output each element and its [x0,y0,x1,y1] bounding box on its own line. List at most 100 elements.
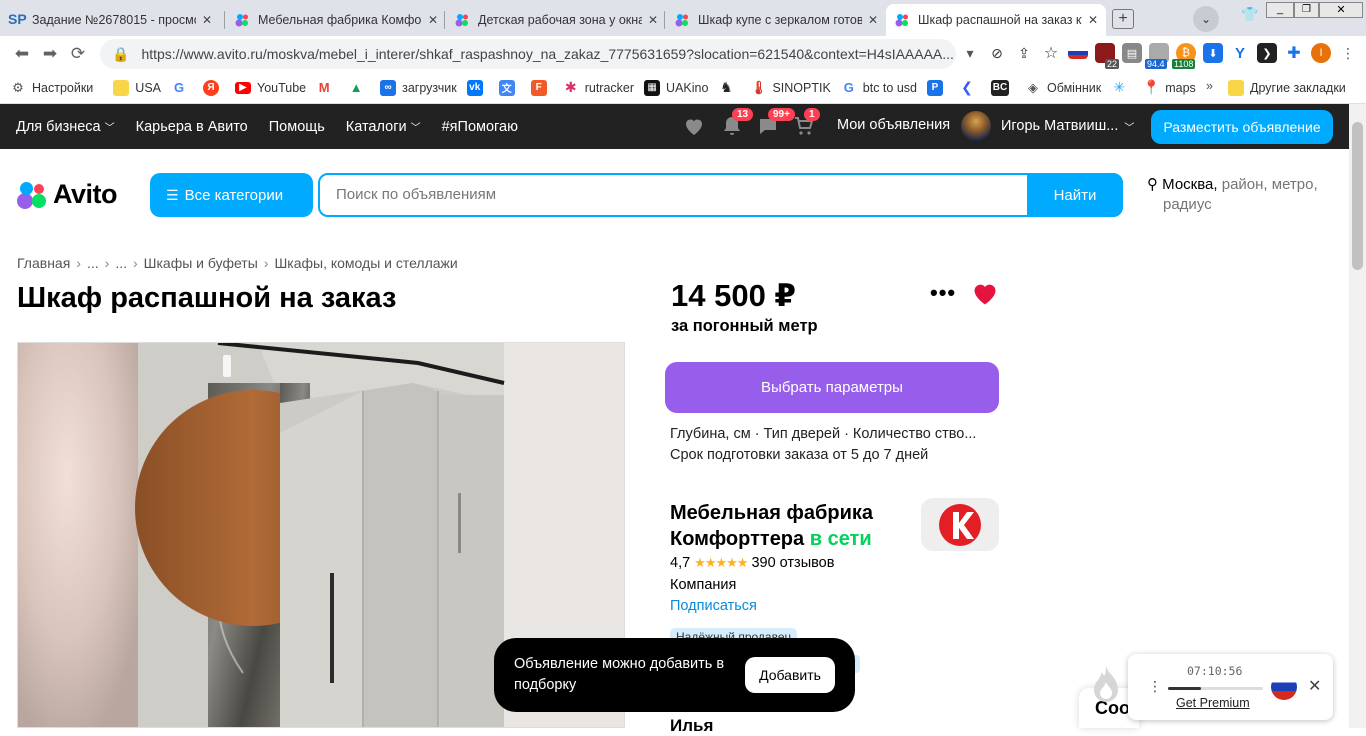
favorite-heart-icon[interactable] [970,280,1000,308]
reload-icon[interactable]: ⟳ [64,44,92,64]
bookmark-settings[interactable]: ⚙ Настройки [10,80,93,96]
breadcrumb-item[interactable]: Шкафы, комоды и стеллажи [274,255,457,271]
minimize-button[interactable]: _ [1266,2,1294,18]
rating-stars-icon: ★★★★★ [694,555,748,570]
seller-rating[interactable]: 4,7 ★★★★★ 390 отзывов [670,555,834,571]
bookmark-snowflake[interactable]: ✳ [1111,79,1133,96]
bookmark-usa[interactable]: USA [113,79,161,96]
select-params-button[interactable]: Выбрать параметры [665,362,999,413]
post-ad-button[interactable]: Разместить объявление [1151,110,1333,144]
russia-flag-icon[interactable] [1271,674,1297,700]
bookmark-maps[interactable]: 📍 maps [1143,79,1196,96]
breadcrumb-item[interactable]: ... [87,255,99,271]
seller-logo[interactable] [921,498,999,551]
flag-extension-icon[interactable] [1068,47,1088,59]
briefcase-extension-icon[interactable]: ▤ [1122,43,1142,63]
close-tab-icon[interactable]: ✕ [868,13,878,27]
breadcrumb-item[interactable]: Шкафы и буфеты [144,255,258,271]
puzzle-extensions-icon[interactable]: ✚ [1284,43,1304,63]
browser-tab[interactable]: Шкаф купе с зеркалом готовы ✕ [666,4,886,36]
bookmark-rutracker[interactable]: ✱ rutracker [563,79,634,96]
all-categories-button[interactable]: ☰ Все категории [150,173,313,217]
bookmark-label: Настройки [32,80,94,95]
subscribe-link[interactable]: Подписаться [670,598,757,614]
flame-icon[interactable] [1090,664,1122,704]
nav-ya-pomogayu[interactable]: #яПомогаю [442,119,518,135]
url-text: https://www.avito.ru/moskva/mebel_i_inte… [141,46,954,62]
tab-search-button[interactable]: ⌄ [1193,6,1219,32]
new-tab-button[interactable]: + [1112,9,1134,29]
search-input[interactable] [336,186,1016,203]
y-extension-icon[interactable]: Y [1230,43,1250,63]
bookmark-yandex[interactable]: Я [203,79,225,96]
close-tab-icon[interactable]: ✕ [648,13,658,27]
bookmark-arrow[interactable]: ❮ [959,79,981,96]
bookmark-bc[interactable]: BC [990,79,1015,96]
maximize-button[interactable]: ❐ [1294,2,1319,18]
address-bar[interactable]: 🔒 https://www.avito.ru/moskva/mebel_i_in… [100,39,956,69]
share-icon[interactable]: ⇪ [1014,43,1034,63]
nav-help[interactable]: Помощь [269,119,325,135]
more-options-icon[interactable]: ••• [930,280,956,306]
seller-name[interactable]: Мебельная фабрика Комфорттера в сети [670,500,910,552]
bookmark-google[interactable]: G [171,80,193,96]
scrollbar-thumb[interactable] [1352,122,1363,270]
dropdown-icon[interactable]: ▾ [960,43,980,63]
breadcrumb-item[interactable]: ... [115,255,127,271]
breadcrumb-home[interactable]: Главная [17,255,70,271]
bookmark-gmail[interactable]: M [316,80,338,96]
blocked-icon[interactable]: ⊘ [987,43,1007,63]
forward-icon[interactable]: ➡ [36,44,64,64]
user-menu[interactable]: Игорь Матвииш... ﹀ [961,111,1134,141]
bookmark-vk[interactable]: vk [466,79,489,96]
close-tab-icon[interactable]: ✕ [202,13,212,27]
bookmark-star-icon[interactable]: ☆ [1041,43,1061,63]
bitcoin-extension-icon[interactable]: ₿ 1108 [1172,43,1196,69]
bookmark-youtube[interactable]: ▶ YouTube [235,81,306,95]
nav-business[interactable]: Для бизнеса ﹀ [16,119,115,135]
my-ads-link[interactable]: Мои объявления [837,117,950,133]
bookmark-loader[interactable]: ∞ загрузчик [380,79,457,96]
nav-career[interactable]: Карьера в Авито [136,119,248,135]
close-tab-icon[interactable]: ✕ [1088,13,1098,27]
bookmark-p[interactable]: P [926,79,949,96]
bookmark-translate[interactable]: 文 [498,79,521,96]
cart-button[interactable]: 1 [792,108,820,138]
bookmark-exchange[interactable]: ◈ Обмінник [1025,80,1101,96]
page-scrollbar[interactable] [1349,104,1366,728]
shield-extension-icon[interactable]: 22 [1095,43,1119,69]
browser-tab-active[interactable]: Шкаф распашной на заказ куп ✕ [886,4,1106,36]
back-icon[interactable]: ⬅ [8,44,36,64]
close-tab-icon[interactable]: ✕ [428,13,438,27]
notifications-bell[interactable]: 13 [720,108,754,138]
nav-catalogs[interactable]: Каталоги ﹀ [346,119,421,135]
browser-tab[interactable]: Детская рабочая зона у окна ✕ [446,4,666,36]
messages-button[interactable]: 99+ [756,108,795,138]
bookmark-chess[interactable]: ♞ [718,79,740,96]
get-premium-link[interactable]: Get Premium [1176,696,1250,710]
bookmark-drive[interactable]: ▲ [348,80,370,96]
location-selector[interactable]: ⚲ Москва, район, метро, радиус [1147,175,1337,215]
favorites-heart-icon[interactable] [682,114,706,138]
close-window-button[interactable]: ✕ [1319,2,1363,18]
avito-logo[interactable]: Avito [17,179,118,210]
download-extension-icon[interactable]: ⬇ [1203,43,1223,63]
exchange-icon: ◈ [1027,79,1038,95]
profile-avatar-icon[interactable]: I [1311,43,1331,63]
browser-tab[interactable]: SP Задание №2678015 - просмо ✕ [0,4,220,36]
search-button[interactable]: Найти [1027,173,1123,217]
terminal-extension-icon[interactable]: ❯ [1257,43,1277,63]
extension-icon[interactable]: 94.4 [1145,43,1169,69]
other-bookmarks[interactable]: Другие закладки [1228,80,1346,96]
browser-tab[interactable]: Мебельная фабрика Комфорт ✕ [226,4,446,36]
close-icon[interactable]: ✕ [1308,676,1321,696]
kebab-menu-icon[interactable]: ⋮ [1148,678,1162,695]
menu-kebab-icon[interactable]: ⋮ [1338,43,1358,63]
profile-shirt-icon[interactable]: 👕 [1241,6,1258,23]
bookmarks-overflow-icon[interactable]: » [1206,79,1213,93]
bookmark-f[interactable]: F [530,79,553,96]
add-to-collection-button[interactable]: Добавить [745,657,835,693]
bookmark-btc[interactable]: Gbtc to usd [841,80,917,96]
bookmark-sinoptik[interactable]: 🌡 SINOPTIK [750,80,831,96]
bookmark-uakino[interactable]: ▦ UAKino [644,79,708,96]
